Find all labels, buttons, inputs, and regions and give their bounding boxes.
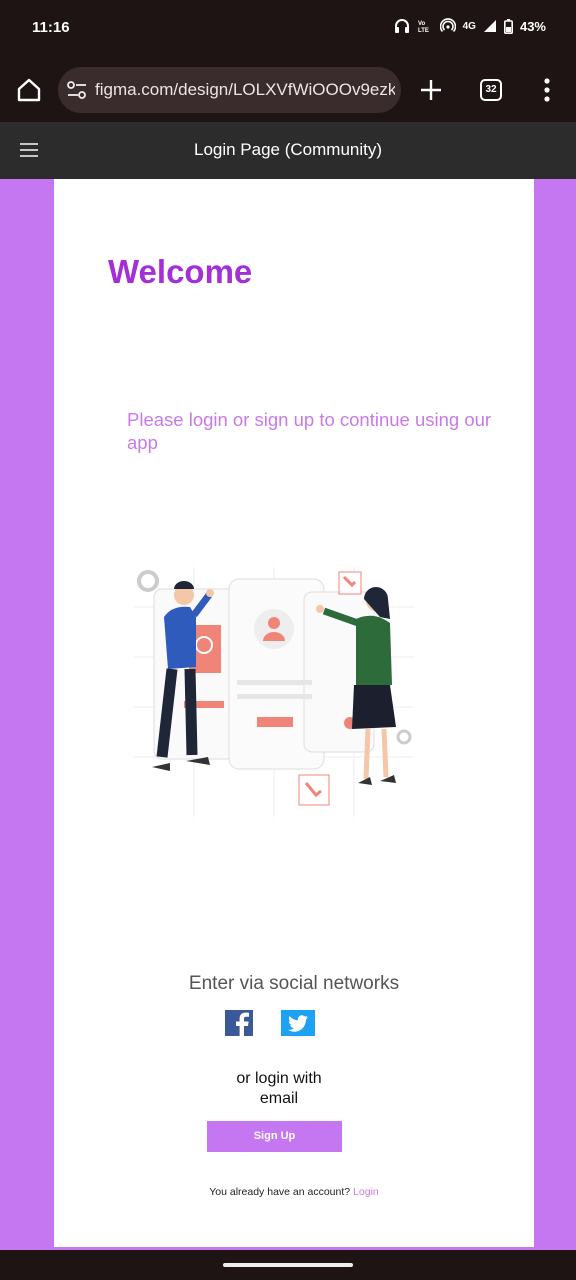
svg-text:Vo: Vo [418,21,426,27]
more-menu-button[interactable] [535,76,559,104]
home-icon [17,78,41,102]
headphones-icon [394,18,410,34]
sign-up-button[interactable]: Sign Up [207,1121,342,1152]
network-label: 4G [462,20,476,32]
more-vertical-icon [544,78,550,102]
battery-percent: 43% [519,18,546,34]
battery-icon [503,18,513,34]
account-prompt: You already have an account? Login [54,1186,534,1198]
login-illustration [134,567,414,817]
file-title: Login Page (Community) [193,140,383,159]
facebook-icon[interactable] [225,1010,253,1036]
navigation-bar [0,1250,576,1280]
page-title: Welcome [108,253,253,290]
url-text[interactable]: figma.com/design/LOLXVfWiOOOv9ezkFz [95,80,395,100]
address-bar[interactable]: figma.com/design/LOLXVfWiOOOv9ezkFz [58,67,401,113]
status-time: 11:16 [32,19,70,36]
plus-icon [421,80,441,100]
browser-toolbar: figma.com/design/LOLXVfWiOOOv9ezkFz 32 [0,56,576,122]
tab-switcher-button[interactable]: 32 [480,79,502,101]
page-subtitle: Please login or sign up to continue usin… [127,409,492,453]
home-button[interactable] [14,75,44,105]
social-login-heading: Enter via social networks [188,973,400,994]
login-link[interactable]: Login [353,1186,379,1198]
signal-icon [483,19,497,33]
figma-header: Login Page (Community) [0,122,576,179]
status-bar: 11:16 Vo LTE 4G 43% [0,0,576,56]
account-prompt-text: You already have an account? [209,1186,351,1198]
site-settings-icon[interactable] [66,80,88,100]
email-login-text: or login with email [236,1070,322,1107]
status-icons: Vo LTE 4G 43% [394,18,546,34]
volte-icon: Vo LTE [417,18,433,34]
prototype-canvas: Welcome Please login or sign up to conti… [0,179,576,1250]
login-frame: Welcome Please login or sign up to conti… [54,179,534,1247]
new-tab-button[interactable] [418,77,444,103]
hotspot-icon [439,18,456,34]
twitter-icon[interactable] [281,1010,315,1036]
svg-text:LTE: LTE [418,28,429,34]
gesture-handle[interactable] [223,1263,353,1267]
